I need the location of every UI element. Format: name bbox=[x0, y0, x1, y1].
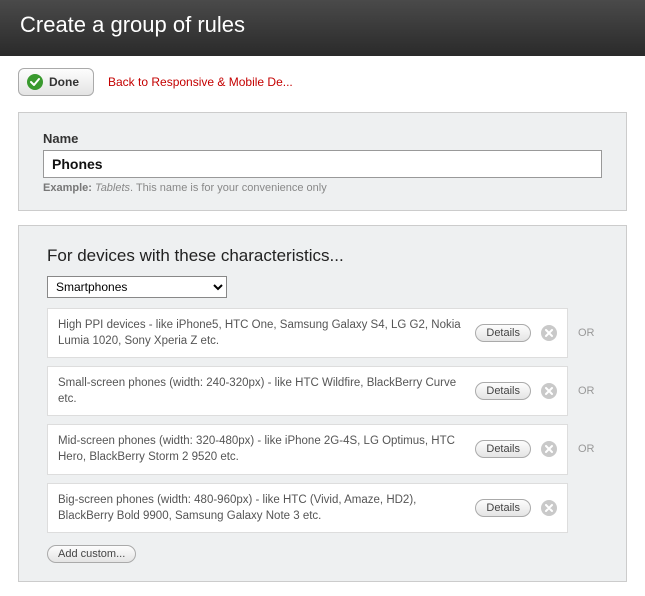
rule-text: Small-screen phones (width: 240-320px) -… bbox=[58, 375, 465, 407]
done-button-label: Done bbox=[49, 75, 79, 89]
back-link[interactable]: Back to Responsive & Mobile De... bbox=[108, 75, 293, 89]
rule-row: High PPI devices - like iPhone5, HTC One… bbox=[47, 308, 602, 358]
toolbar: Done Back to Responsive & Mobile De... bbox=[0, 56, 645, 106]
rule-text: High PPI devices - like iPhone5, HTC One… bbox=[58, 317, 465, 349]
remove-icon[interactable] bbox=[541, 383, 557, 399]
devices-title: For devices with these characteristics..… bbox=[47, 246, 602, 266]
add-custom-button[interactable]: Add custom... bbox=[47, 545, 136, 563]
rule-card: Mid-screen phones (width: 320-480px) - l… bbox=[47, 424, 568, 474]
page-header: Create a group of rules bbox=[0, 0, 645, 56]
remove-icon[interactable] bbox=[541, 441, 557, 457]
details-button[interactable]: Details bbox=[475, 324, 531, 342]
rule-card: High PPI devices - like iPhone5, HTC One… bbox=[47, 308, 568, 358]
or-label: OR bbox=[578, 327, 602, 339]
rule-row: Mid-screen phones (width: 320-480px) - l… bbox=[47, 424, 602, 474]
or-label: OR bbox=[578, 385, 602, 397]
preset-select[interactable]: Smartphones bbox=[47, 276, 227, 298]
devices-panel: For devices with these characteristics..… bbox=[18, 225, 627, 582]
hint-example: Tablets bbox=[95, 182, 130, 194]
name-label: Name bbox=[43, 131, 602, 146]
details-button[interactable]: Details bbox=[475, 440, 531, 458]
or-label: OR bbox=[578, 443, 602, 455]
remove-icon[interactable] bbox=[541, 325, 557, 341]
hint-prefix: Example: bbox=[43, 182, 92, 194]
details-button[interactable]: Details bbox=[475, 499, 531, 517]
check-circle-icon bbox=[27, 74, 43, 90]
name-panel: Name Example: Tablets. This name is for … bbox=[18, 112, 627, 211]
details-button[interactable]: Details bbox=[475, 382, 531, 400]
hint-suffix: . This name is for your convenience only bbox=[130, 182, 327, 194]
name-hint: Example: Tablets. This name is for your … bbox=[43, 182, 602, 194]
remove-icon[interactable] bbox=[541, 500, 557, 516]
preset-select-wrap: Smartphones bbox=[47, 276, 602, 298]
rule-row: Small-screen phones (width: 240-320px) -… bbox=[47, 366, 602, 416]
rule-text: Mid-screen phones (width: 320-480px) - l… bbox=[58, 433, 465, 465]
done-button[interactable]: Done bbox=[18, 68, 94, 96]
name-input[interactable] bbox=[43, 150, 602, 178]
page-title: Create a group of rules bbox=[20, 12, 245, 37]
rule-row: Big-screen phones (width: 480-960px) - l… bbox=[47, 483, 602, 533]
rule-card: Big-screen phones (width: 480-960px) - l… bbox=[47, 483, 568, 533]
rule-card: Small-screen phones (width: 240-320px) -… bbox=[47, 366, 568, 416]
rule-text: Big-screen phones (width: 480-960px) - l… bbox=[58, 492, 465, 524]
